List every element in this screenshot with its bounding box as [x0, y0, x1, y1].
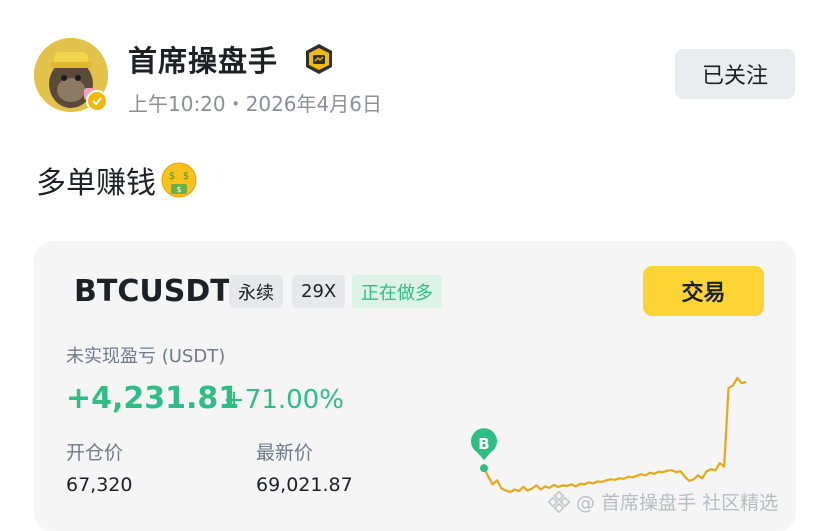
- money-mouth-face-icon: $ $ $: [161, 162, 197, 198]
- buy-marker-label: B: [478, 435, 489, 453]
- verified-badge-icon: [86, 90, 108, 112]
- svg-text:$: $: [183, 171, 189, 182]
- post-body: 多单赚钱 $ $ $: [36, 158, 198, 202]
- community-watermark: @ 首席操盘手 社区精选: [548, 488, 778, 515]
- buy-marker-dot: [480, 464, 488, 473]
- open-price-label: 开仓价: [66, 442, 124, 464]
- follow-button[interactable]: 已关注: [675, 49, 795, 99]
- unrealized-pnl-label: 未实现盈亏 (USDT): [66, 346, 226, 367]
- binance-logo-icon: [548, 490, 570, 513]
- price-sparkline-chart: B: [471, 376, 747, 494]
- unrealized-pnl-value: +4,231.81: [66, 381, 240, 416]
- last-price-value: 69,021.87: [256, 474, 353, 496]
- watermark-text: @ 首席操盘手 社区精选: [576, 492, 779, 514]
- svg-text:$: $: [169, 171, 175, 182]
- leverage-tag: 29X: [292, 275, 346, 308]
- unrealized-pnl-percent: +71.00%: [223, 385, 344, 415]
- last-price-label: 最新价: [256, 442, 314, 464]
- price-line: [483, 376, 747, 494]
- position-side-tag: 正在做多: [352, 275, 442, 308]
- svg-text:$: $: [176, 185, 181, 194]
- open-price-value: 67,320: [66, 474, 133, 496]
- buy-marker: B: [471, 428, 497, 473]
- creator-badge-icon: [302, 42, 336, 76]
- post-timestamp: 上午10:20・2026年4月6日: [128, 92, 382, 116]
- author-name[interactable]: 首席操盘手: [128, 38, 278, 80]
- trade-button[interactable]: 交易: [643, 266, 764, 316]
- symbol-label: BTCUSDT: [74, 274, 231, 309]
- contract-type-tag: 永续: [229, 275, 283, 308]
- post-text: 多单赚钱: [36, 166, 156, 201]
